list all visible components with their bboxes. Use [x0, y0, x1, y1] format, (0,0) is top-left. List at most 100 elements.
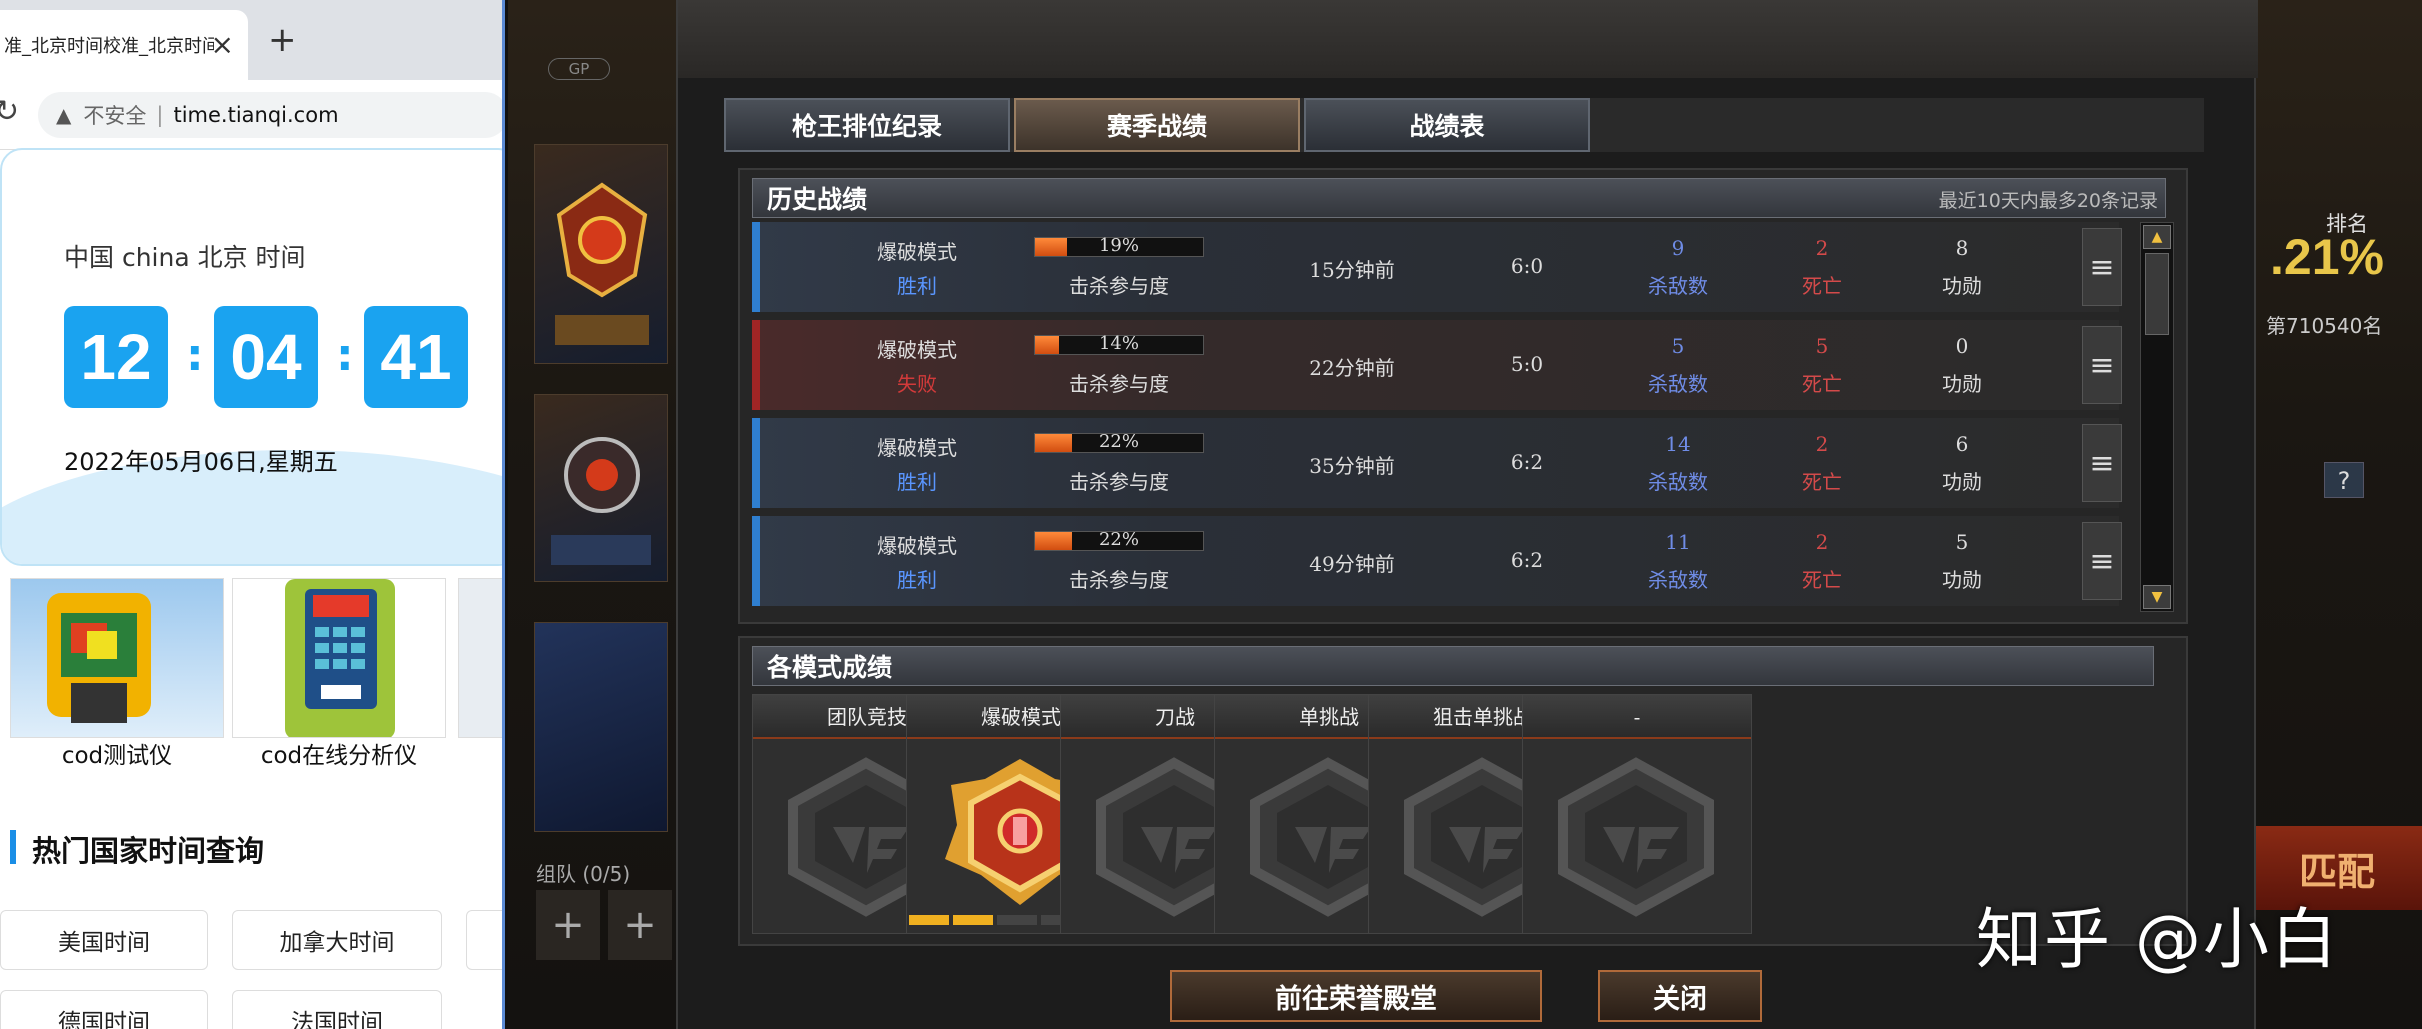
match-score: 6:2	[1510, 548, 1544, 572]
gp-badge: GP	[548, 58, 610, 80]
clock-seconds: 41	[364, 306, 468, 408]
dialog-header	[678, 0, 2258, 78]
participation-percent: 22%	[1098, 529, 1139, 550]
kills-value: 5	[1671, 334, 1685, 358]
result-stripe	[752, 222, 760, 312]
product-label[interactable]: cod测试仪	[10, 736, 224, 770]
match-time-ago: 49分钟前	[1309, 552, 1395, 576]
tab-strip: 准_北京时间校准_北京时间 × +	[0, 0, 502, 80]
clock-minutes: 04	[214, 306, 318, 408]
kills-label: 杀敌数	[1648, 372, 1708, 396]
match-mode: 爆破模式	[877, 338, 957, 362]
tab-stats-table[interactable]: 战绩表	[1304, 98, 1590, 152]
mode-card[interactable]: -	[1522, 694, 1752, 934]
kills-value: 11	[1665, 530, 1691, 554]
modes-panel: 各模式成绩 团队竞技 爆破模式 刀战 单挑战 狙击单挑战 -	[738, 636, 2188, 946]
row-menu-icon[interactable]: ≡	[2082, 424, 2122, 502]
row-menu-icon[interactable]: ≡	[2082, 522, 2122, 600]
deaths-label: 死亡	[1802, 274, 1842, 298]
match-result: 胜利	[897, 470, 937, 494]
scroll-up-icon[interactable]: ▲	[2143, 225, 2171, 249]
security-label: 不安全	[83, 104, 147, 128]
match-mode: 爆破模式	[877, 240, 957, 264]
dialog-tabs: 枪王排位纪录 赛季战绩 战绩表	[724, 98, 2204, 152]
merit-label: 功勋	[1942, 274, 1982, 298]
kills-label: 杀敌数	[1648, 274, 1708, 298]
deaths-label: 死亡	[1802, 470, 1842, 494]
history-scrollbar[interactable]: ▲ ▼	[2140, 222, 2174, 612]
rank-number: 第710540名	[2266, 314, 2383, 338]
address-separator: |	[156, 103, 164, 127]
history-row[interactable]: 爆破模式 失败 14% 击杀参与度 22分钟前 5:0 5 杀敌数 5 死亡 0 功勋 ≡	[752, 320, 2122, 410]
map-workshop-banner[interactable]	[534, 394, 668, 582]
history-title-text: 历史战绩	[767, 185, 868, 214]
reload-icon[interactable]: ↻	[0, 94, 19, 129]
product-image-analyzer[interactable]	[232, 578, 446, 738]
close-tab-icon[interactable]: ×	[211, 28, 234, 61]
history-row[interactable]: 爆破模式 胜利 19% 击杀参与度 15分钟前 6:0 9 杀敌数 2 死亡 8 功勋 ≡	[752, 222, 2122, 312]
clock-colon: :	[186, 330, 204, 381]
deaths-value: 2	[1815, 530, 1829, 554]
kills-value: 14	[1665, 432, 1691, 456]
ranked-banner[interactable]	[534, 144, 668, 364]
scroll-down-icon[interactable]: ▼	[2143, 585, 2171, 609]
country-button[interactable]: 法国时间	[232, 990, 442, 1029]
result-stripe	[752, 516, 760, 606]
help-button[interactable]: ?	[2324, 462, 2364, 498]
deaths-label: 死亡	[1802, 372, 1842, 396]
country-button-partial[interactable]	[466, 910, 502, 970]
history-row[interactable]: 爆破模式 胜利 22% 击杀参与度 35分钟前 6:2 14 杀敌数 2 死亡 6 功勋 ≡	[752, 418, 2122, 508]
history-panel: 历史战绩 最近10天内最多20条记录 爆破模式 胜利 19% 击杀参与度 15分钟前 6:…	[738, 168, 2188, 624]
modes-title-text: 各模式成绩	[767, 653, 893, 682]
product-image-thermal-camera[interactable]	[10, 578, 224, 738]
merit-value: 6	[1955, 432, 1969, 456]
rank-progress-segment	[909, 915, 949, 925]
country-button[interactable]: 加拿大时间	[232, 910, 442, 970]
product-image-partial[interactable]	[458, 578, 502, 738]
clock-hours: 12	[64, 306, 168, 408]
country-button[interactable]: 德国时间	[0, 990, 208, 1029]
warning-icon[interactable]: ▲	[56, 103, 71, 127]
row-menu-icon[interactable]: ≡	[2082, 228, 2122, 306]
section-accent-bar	[10, 830, 16, 864]
product-label[interactable]: cod在线分析仪	[232, 736, 446, 770]
browser-tab[interactable]: 准_北京时间校准_北京时间 ×	[0, 10, 248, 80]
participation-label: 击杀参与度	[1069, 568, 1169, 592]
hall-of-fame-button[interactable]: 前往荣誉殿堂	[1170, 970, 1542, 1022]
close-button[interactable]: 关闭	[1598, 970, 1762, 1022]
clock-colon: :	[336, 330, 354, 381]
participation-label: 击杀参与度	[1069, 372, 1169, 396]
result-stripe	[752, 418, 760, 508]
kills-label: 杀敌数	[1648, 568, 1708, 592]
match-time-ago: 15分钟前	[1309, 258, 1395, 282]
hot-countries-title: 热门国家时间查询	[32, 834, 265, 868]
history-note: 最近10天内最多20条记录	[1938, 190, 2158, 212]
rank-progress-segment	[997, 915, 1037, 925]
match-mode: 爆破模式	[877, 534, 957, 558]
add-teammate-button[interactable]: +	[608, 890, 672, 960]
clock-card: 中国 china 北京 时间 12 : 04 : 41 2022年05月06日,…	[0, 148, 502, 566]
country-button[interactable]: 美国时间	[0, 910, 208, 970]
kills-value: 9	[1671, 236, 1685, 260]
scroll-thumb[interactable]	[2145, 253, 2169, 335]
mode-card-title: -	[1523, 695, 1751, 739]
tab-season-stats[interactable]: 赛季战绩	[1014, 98, 1300, 152]
history-row[interactable]: 爆破模式 胜利 22% 击杀参与度 49分钟前 6:2 11 杀敌数 2 死亡 5 功勋 ≡	[752, 516, 2122, 606]
participation-percent: 19%	[1098, 235, 1139, 256]
add-teammate-button[interactable]: +	[536, 890, 600, 960]
merit-value: 8	[1955, 236, 1969, 260]
deaths-value: 5	[1815, 334, 1829, 358]
clock-date: 2022年05月06日,星期五	[64, 448, 338, 476]
match-score: 6:2	[1510, 450, 1544, 474]
merit-label: 功勋	[1942, 470, 1982, 494]
event-banner[interactable]	[534, 622, 668, 832]
url-text: time.tianqi.com	[173, 103, 339, 127]
match-mode: 爆破模式	[877, 436, 957, 460]
browser-tab-title: 准_北京时间校准_北京时间	[4, 36, 214, 57]
match-result: 失败	[897, 372, 937, 396]
new-tab-button[interactable]: +	[268, 20, 297, 60]
row-menu-icon[interactable]: ≡	[2082, 326, 2122, 404]
address-bar[interactable]: ▲ 不安全 | time.tianqi.com	[38, 92, 502, 138]
tab-ranked-record[interactable]: 枪王排位纪录	[724, 98, 1010, 152]
match-result: 胜利	[897, 274, 937, 298]
